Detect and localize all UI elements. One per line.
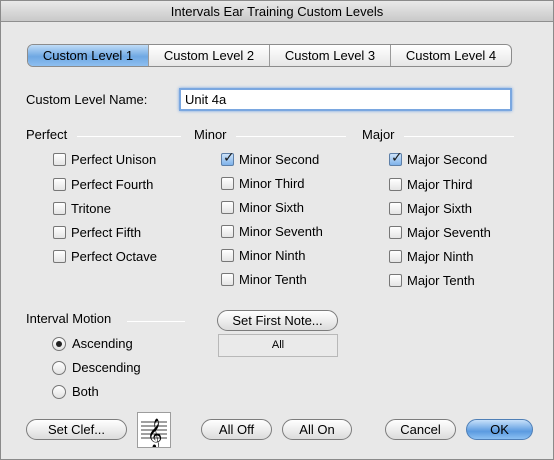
checkbox-box (389, 274, 402, 287)
checkbox-label: Minor Sixth (239, 200, 305, 215)
checkbox-label: Perfect Octave (71, 249, 157, 264)
major-heading: Major (362, 127, 395, 142)
checkbox-box (53, 178, 66, 191)
major-tenth-checkbox[interactable]: Major Tenth (389, 273, 475, 288)
both-radio[interactable]: Both (52, 384, 99, 399)
checkbox-box (221, 273, 234, 286)
first-note-value: All (218, 334, 338, 357)
radio-button (52, 336, 66, 351)
treble-clef-icon: 𝄞 (137, 412, 171, 450)
checkbox-box (389, 178, 402, 191)
tritone-checkbox[interactable]: Tritone (53, 201, 111, 216)
perfect-fourth-checkbox[interactable]: Perfect Fourth (53, 177, 153, 192)
checkbox-box (389, 226, 402, 239)
perfect-octave-checkbox[interactable]: Perfect Octave (53, 249, 157, 264)
tab-custom-level-1[interactable]: Custom Level 1 (28, 45, 148, 66)
minor-ninth-checkbox[interactable]: Minor Ninth (221, 248, 305, 263)
minor-heading: Minor (194, 127, 227, 142)
minor-tenth-checkbox[interactable]: Minor Tenth (221, 272, 307, 287)
checkbox-label: Minor Second (239, 152, 320, 167)
tab-custom-level-3[interactable]: Custom Level 3 (269, 45, 390, 66)
checkbox-label: Perfect Fifth (71, 225, 142, 240)
checkbox-label: Major Third (407, 177, 473, 192)
radio-label: Both (72, 384, 99, 399)
checkbox-box (221, 249, 234, 262)
checkbox-box (221, 177, 234, 190)
minor-third-checkbox[interactable]: Minor Third (221, 176, 305, 191)
minor-sixth-checkbox[interactable]: Minor Sixth (221, 200, 304, 215)
dialog-window: Intervals Ear Training Custom Levels Cus… (0, 0, 554, 460)
checkbox-label: Major Seventh (407, 225, 491, 240)
checkbox-box (53, 153, 66, 166)
major-ninth-checkbox[interactable]: Major Ninth (389, 249, 473, 264)
interval-motion-divider (127, 321, 185, 322)
major-seventh-checkbox[interactable]: Major Seventh (389, 225, 491, 240)
checkbox-box (389, 202, 402, 215)
perfect-heading: Perfect (26, 127, 68, 142)
radio-label: Ascending (72, 336, 133, 351)
descending-radio[interactable]: Descending (52, 360, 141, 375)
minor-second-checkbox[interactable]: Minor Second (221, 150, 320, 167)
checkbox-label: Major Second (407, 152, 488, 167)
ok-button[interactable]: OK (466, 419, 533, 440)
checkbox-box (221, 225, 234, 238)
level-name-label: Custom Level Name: (26, 92, 148, 107)
checkbox-label: Minor Third (239, 176, 305, 191)
checkbox-label: Perfect Unison (71, 152, 157, 167)
checkbox-label: Minor Tenth (239, 272, 307, 287)
major-divider (404, 136, 514, 137)
checkbox-box (389, 150, 403, 166)
level-tabs: Custom Level 1 Custom Level 2 Custom Lev… (27, 44, 512, 67)
window-title: Intervals Ear Training Custom Levels (1, 1, 553, 22)
major-third-checkbox[interactable]: Major Third (389, 177, 473, 192)
set-clef-button[interactable]: Set Clef... (26, 419, 127, 440)
radio-button (52, 384, 66, 399)
minor-divider (236, 136, 346, 137)
checkbox-label: Major Tenth (407, 273, 475, 288)
radio-button (52, 360, 66, 375)
treble-clef-svg: 𝄞 (141, 418, 167, 450)
minor-seventh-checkbox[interactable]: Minor Seventh (221, 224, 323, 239)
checkbox-label: Major Ninth (407, 249, 474, 264)
svg-text:𝄞: 𝄞 (147, 418, 162, 447)
cancel-button[interactable]: Cancel (385, 419, 456, 440)
interval-motion-heading: Interval Motion (26, 311, 112, 326)
major-sixth-checkbox[interactable]: Major Sixth (389, 201, 472, 216)
checkbox-box (221, 201, 234, 214)
all-off-button[interactable]: All Off (201, 419, 272, 440)
checkbox-box (389, 250, 402, 263)
checkbox-label: Tritone (71, 201, 111, 216)
tab-custom-level-2[interactable]: Custom Level 2 (148, 45, 269, 66)
all-on-button[interactable]: All On (282, 419, 352, 440)
checkbox-box (53, 250, 66, 263)
major-second-checkbox[interactable]: Major Second (389, 150, 488, 167)
radio-label: Descending (72, 360, 141, 375)
perfect-divider (77, 136, 181, 137)
checkbox-label: Minor Seventh (239, 224, 323, 239)
checkbox-label: Perfect Fourth (71, 177, 154, 192)
checkbox-box (53, 226, 66, 239)
checkbox-box (221, 150, 235, 166)
perfect-unison-checkbox[interactable]: Perfect Unison (53, 152, 156, 167)
tab-custom-level-4[interactable]: Custom Level 4 (390, 45, 511, 66)
checkbox-box (53, 202, 66, 215)
level-name-input[interactable]: Unit 4a (179, 88, 512, 111)
checkbox-label: Major Sixth (407, 201, 473, 216)
checkbox-label: Minor Ninth (239, 248, 306, 263)
perfect-fifth-checkbox[interactable]: Perfect Fifth (53, 225, 141, 240)
ascending-radio[interactable]: Ascending (52, 336, 133, 351)
set-first-note-button[interactable]: Set First Note... (217, 310, 338, 331)
